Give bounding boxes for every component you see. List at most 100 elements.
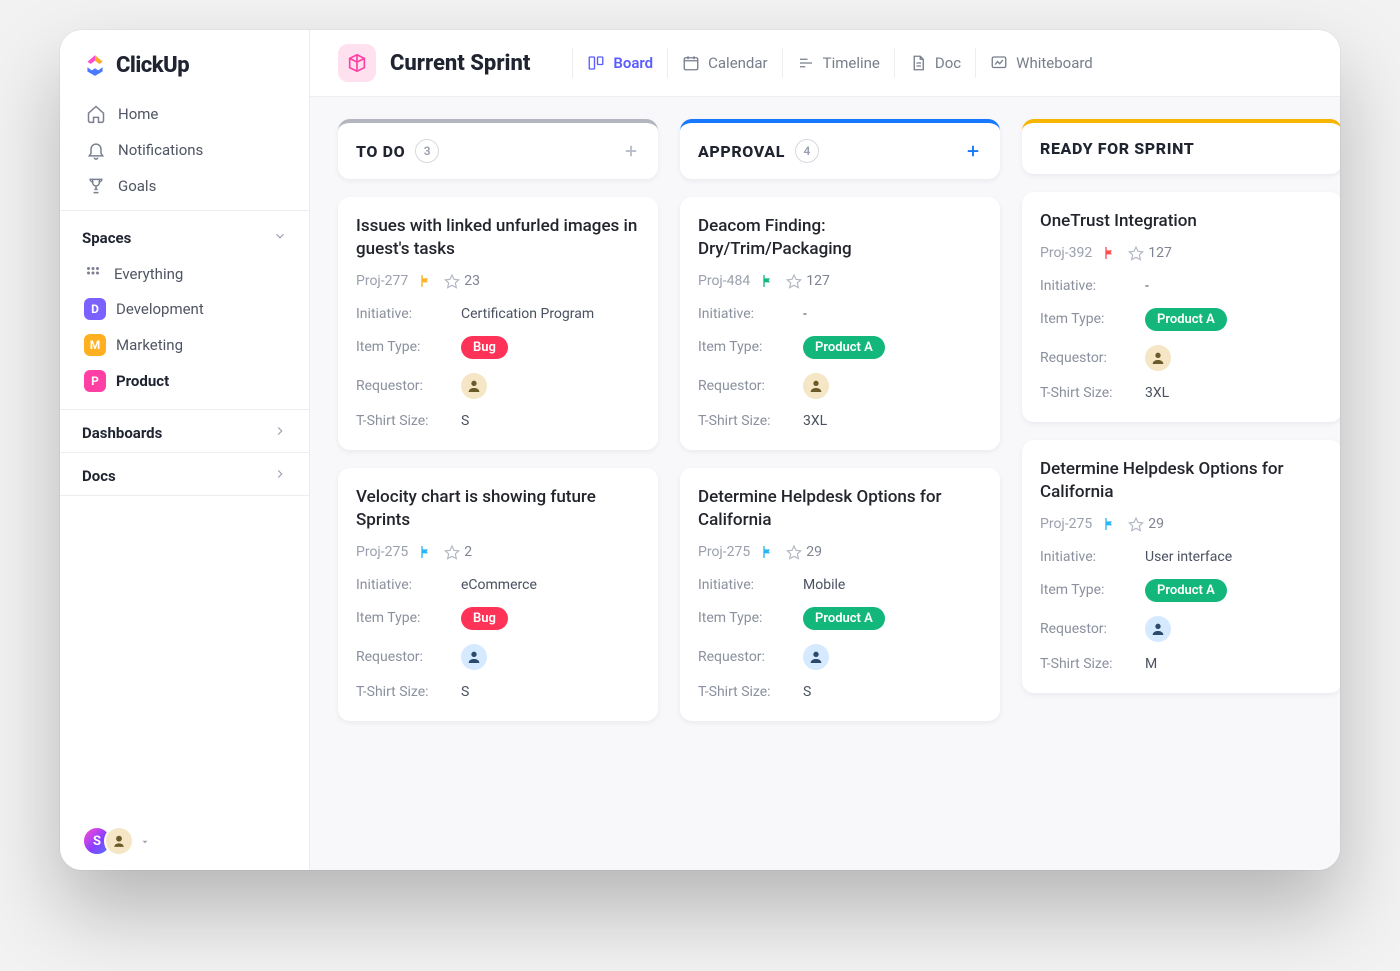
sidebar-item-dashboards[interactable]: Dashboards [60,409,309,452]
nav-item-goals[interactable]: Goals [82,168,287,204]
field-value: S [461,413,469,429]
card-title: Issues with linked unfurled images in gu… [356,215,640,261]
nav-label: Goals [118,177,156,195]
user-switcher[interactable]: S [82,826,134,856]
whiteboard-icon [990,54,1008,72]
space-label: Development [116,300,204,318]
task-card[interactable]: Determine Helpdesk Options for Californi… [1022,440,1340,693]
caret-down-icon[interactable] [140,832,150,851]
space-list: DDevelopmentMMarketingPProduct [82,291,287,399]
task-card[interactable]: OneTrust IntegrationProj-392127Initiativ… [1022,192,1340,422]
field-requestor: Requestor: [1040,338,1324,378]
field-label: Requestor: [698,649,803,665]
card-title: Determine Helpdesk Options for Californi… [698,486,982,532]
sidebar-item-everything[interactable]: Everything [82,257,287,291]
spaces-header[interactable]: Spaces [82,225,287,257]
field-value: 3XL [803,413,827,429]
star-count: 127 [1128,245,1172,261]
card-meta: Proj-27529 [1040,516,1324,532]
tab-board[interactable]: Board [572,48,667,78]
field-initiative: Initiative:Mobile [698,570,982,600]
field-label: Item Type: [698,339,803,355]
flag-icon[interactable] [1102,516,1118,532]
card-title: Velocity chart is showing future Sprints [356,486,640,532]
task-card[interactable]: Velocity chart is showing future Sprints… [338,468,658,721]
field-initiative: Initiative:Certification Program [356,299,640,329]
sidebar-item-docs[interactable]: Docs [60,452,309,495]
star-value: 29 [806,544,822,560]
field-item-type: Item Type:Product A [1040,572,1324,609]
column-header[interactable]: TO DO3 [338,119,658,179]
field-value: User interface [1145,549,1232,565]
add-card-button[interactable] [622,142,640,160]
item-type-pill: Product A [803,336,885,359]
field-label: Requestor: [356,649,461,665]
board-icon [587,54,605,72]
board[interactable]: TO DO3 Issues with linked unfurled images… [310,97,1340,870]
flag-icon[interactable] [418,544,434,560]
star-icon [444,273,460,289]
field-initiative: Initiative:User interface [1040,542,1324,572]
flag-icon[interactable] [760,544,776,560]
field-label: Initiative: [1040,278,1145,294]
tab-calendar[interactable]: Calendar [667,48,782,78]
task-card[interactable]: Deacom Finding: Dry/Trim/PackagingProj-4… [680,197,1000,450]
clickup-logo-icon [82,52,108,78]
tab-label: Calendar [708,54,768,72]
sidebar-footer: S [60,812,309,870]
tab-label: Whiteboard [1016,54,1093,72]
task-card[interactable]: Issues with linked unfurled images in gu… [338,197,658,450]
tab-timeline[interactable]: Timeline [782,48,894,78]
field-tshirt: T-Shirt Size:M [1040,649,1324,679]
tab-doc[interactable]: Doc [894,48,975,78]
tab-label: Timeline [823,54,880,72]
card-meta: Proj-392127 [1040,245,1324,261]
sidebar-item-development[interactable]: DDevelopment [82,291,287,327]
field-label: Item Type: [356,610,461,626]
column-header[interactable]: APPROVAL4 [680,119,1000,179]
star-count: 127 [786,273,830,289]
field-initiative: Initiative:- [1040,271,1324,301]
item-type-pill: Bug [461,607,508,630]
main: Current Sprint Board Calendar Timeline Doc W… [310,30,1340,870]
item-type-pill: Product A [1145,308,1227,331]
field-label: Requestor: [356,378,461,394]
page-title: Current Sprint [390,51,530,76]
nav-label: Notifications [118,141,203,159]
bell-icon [86,140,106,160]
add-card-button[interactable] [964,142,982,160]
space-label: Marketing [116,336,183,354]
chevron-right-icon [273,467,287,485]
item-type-pill: Product A [803,607,885,630]
field-label: T-Shirt Size: [698,413,803,429]
nav-label: Home [118,105,158,123]
space-label: Product [116,372,169,390]
spaces-section: Spaces Everything DDevelopmentMMarketing… [60,210,309,409]
column-count: 3 [415,139,439,163]
field-tshirt: T-Shirt Size:3XL [698,406,982,436]
field-item-type: Item Type:Product A [698,329,982,366]
field-tshirt: T-Shirt Size:S [698,677,982,707]
field-label: Requestor: [1040,621,1145,637]
flag-icon[interactable] [760,273,776,289]
column-title: APPROVAL [698,142,785,161]
requestor-avatar [803,373,829,399]
sidebar-item-product[interactable]: PProduct [82,363,287,399]
brand-logo[interactable]: ClickUp [82,52,287,78]
view-tabs: Board Calendar Timeline Doc Whiteboard [572,48,1106,78]
requestor-avatar [461,373,487,399]
trophy-icon [86,176,106,196]
sidebar-item-marketing[interactable]: MMarketing [82,327,287,363]
flag-icon[interactable] [418,273,434,289]
nav-item-home[interactable]: Home [82,96,287,132]
tab-whiteboard[interactable]: Whiteboard [975,48,1107,78]
task-card[interactable]: Determine Helpdesk Options for Californi… [680,468,1000,721]
field-value: - [803,306,807,322]
grid-icon [84,264,104,284]
nav-item-notifications[interactable]: Notifications [82,132,287,168]
card-title: Deacom Finding: Dry/Trim/Packaging [698,215,982,261]
flag-icon[interactable] [1102,245,1118,261]
column-header[interactable]: READY FOR SPRINT [1022,119,1340,174]
field-item-type: Item Type:Product A [1040,301,1324,338]
field-value: - [1145,278,1149,294]
